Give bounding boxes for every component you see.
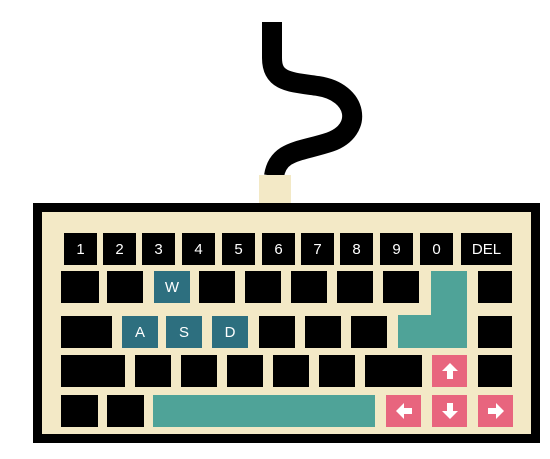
key-6[interactable]: 6	[262, 233, 295, 265]
key-blank[interactable]	[135, 355, 171, 387]
key-blank[interactable]	[107, 271, 143, 303]
key-blank[interactable]	[61, 395, 98, 427]
key-blank[interactable]	[181, 355, 217, 387]
key-4[interactable]: 4	[182, 233, 215, 265]
key-a[interactable]: A	[122, 316, 158, 348]
key-8[interactable]: 8	[340, 233, 373, 265]
key-blank[interactable]	[291, 271, 327, 303]
keyboard-case: 1 2 3 4 5 6 7 8 9 0 DEL W A S D	[33, 203, 540, 443]
arrow-left-key[interactable]	[386, 395, 421, 427]
arrow-down-key[interactable]	[432, 395, 467, 427]
key-blank[interactable]	[273, 355, 309, 387]
key-w[interactable]: W	[154, 271, 190, 303]
key-5[interactable]: 5	[222, 233, 255, 265]
enter-key-base[interactable]	[398, 315, 467, 348]
arrow-right-icon	[487, 403, 504, 419]
key-blank[interactable]	[227, 355, 263, 387]
key-1[interactable]: 1	[64, 233, 97, 265]
key-0[interactable]: 0	[420, 233, 453, 265]
key-blank[interactable]	[259, 316, 295, 348]
key-blank[interactable]	[199, 271, 235, 303]
key-blank[interactable]	[245, 271, 281, 303]
key-2[interactable]: 2	[103, 233, 136, 265]
spacebar[interactable]	[153, 395, 375, 427]
key-blank[interactable]	[61, 271, 99, 303]
key-s[interactable]: S	[166, 316, 202, 348]
arrow-up-icon	[441, 363, 458, 379]
arrow-left-icon	[395, 403, 412, 419]
keyboard-illustration: 1 2 3 4 5 6 7 8 9 0 DEL W A S D	[0, 0, 550, 459]
key-blank[interactable]	[305, 316, 341, 348]
key-blank[interactable]	[351, 316, 387, 348]
key-blank[interactable]	[61, 355, 125, 387]
key-d[interactable]: D	[212, 316, 248, 348]
arrow-up-key[interactable]	[432, 355, 467, 387]
key-blank[interactable]	[319, 355, 355, 387]
arrow-down-icon	[441, 403, 458, 419]
key-del[interactable]: DEL	[461, 233, 512, 265]
key-blank[interactable]	[478, 355, 512, 387]
key-blank[interactable]	[337, 271, 373, 303]
key-blank[interactable]	[383, 271, 419, 303]
key-blank[interactable]	[61, 316, 112, 348]
key-3[interactable]: 3	[142, 233, 175, 265]
key-7[interactable]: 7	[301, 233, 334, 265]
key-blank[interactable]	[365, 355, 422, 387]
key-blank[interactable]	[478, 316, 512, 348]
key-blank[interactable]	[478, 271, 512, 303]
key-9[interactable]: 9	[380, 233, 413, 265]
key-blank[interactable]	[107, 395, 144, 427]
arrow-right-key[interactable]	[478, 395, 513, 427]
